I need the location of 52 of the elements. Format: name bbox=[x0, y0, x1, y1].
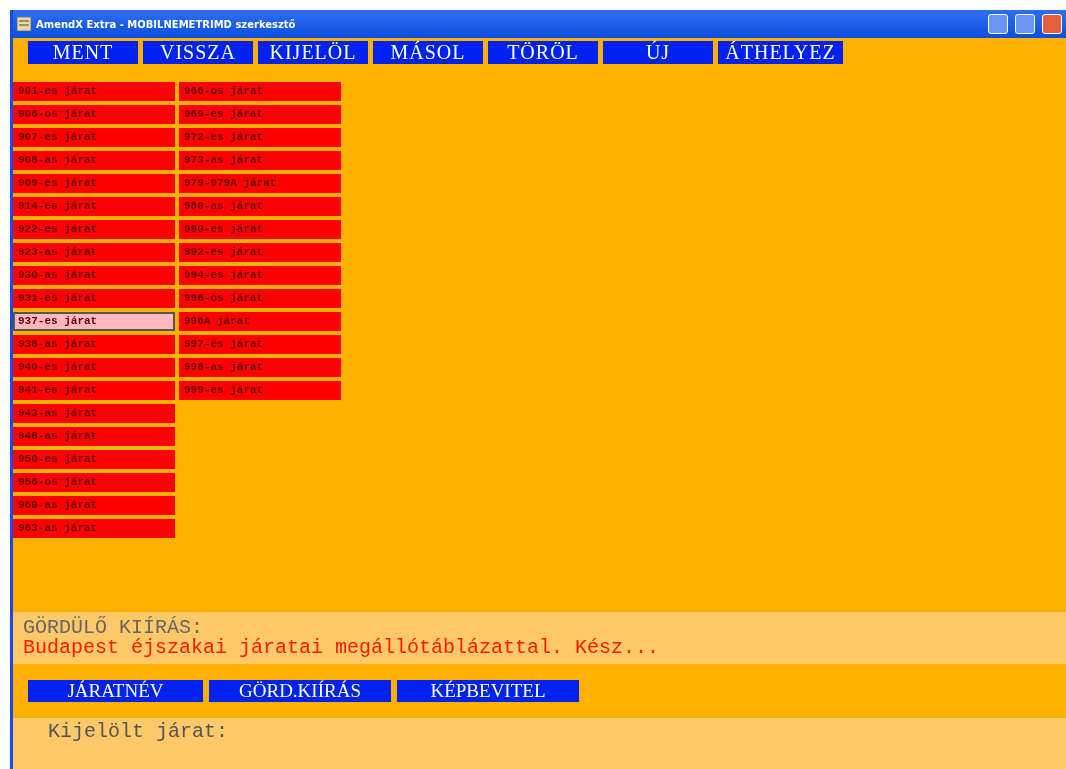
route-item[interactable]: 979-979A járat bbox=[179, 174, 341, 193]
route-item[interactable]: 994-es járat bbox=[179, 266, 341, 285]
menu-button[interactable]: ÁTHELYEZ bbox=[718, 41, 843, 64]
app-icon bbox=[17, 17, 31, 31]
route-item[interactable]: 999-es járat bbox=[179, 381, 341, 400]
action-button[interactable]: GÖRD.KIÍRÁS bbox=[209, 680, 391, 702]
route-item[interactable]: 948-as járat bbox=[13, 427, 175, 446]
window-title: AmendX Extra - MOBILNEMETRIMD szerkesztő bbox=[36, 18, 297, 30]
ticker-label: GÖRDÜLŐ KIÍRÁS: bbox=[23, 618, 204, 638]
menu-button[interactable]: ÚJ bbox=[603, 41, 713, 64]
route-item[interactable]: 923-as járat bbox=[13, 243, 175, 262]
route-item[interactable]: 907-es járat bbox=[13, 128, 175, 147]
route-item[interactable]: 997-es járat bbox=[179, 335, 341, 354]
route-item[interactable]: 906-os járat bbox=[13, 105, 175, 124]
route-item[interactable]: 972-es járat bbox=[179, 128, 341, 147]
route-item[interactable]: 931-es járat bbox=[13, 289, 175, 308]
route-item[interactable]: 914-es járat bbox=[13, 197, 175, 216]
close-button[interactable] bbox=[1042, 14, 1062, 34]
route-item[interactable]: 960-as járat bbox=[13, 496, 175, 515]
route-item[interactable]: 909-es járat bbox=[13, 174, 175, 193]
route-item[interactable]: 938-as járat bbox=[13, 335, 175, 354]
menu-button[interactable]: MÁSOL bbox=[373, 41, 483, 64]
route-item[interactable]: 996A járat bbox=[179, 312, 341, 331]
route-item[interactable]: 930-as járat bbox=[13, 266, 175, 285]
menu-button[interactable]: VISSZA bbox=[143, 41, 253, 64]
ticker-text: Budapest éjszakai járatai megállótáblázattal. Kész... bbox=[23, 638, 661, 658]
route-item[interactable]: 998-as járat bbox=[179, 358, 341, 377]
minimize-button[interactable] bbox=[988, 14, 1008, 34]
route-item[interactable]: 908-as járat bbox=[13, 151, 175, 170]
route-item[interactable]: 956-os járat bbox=[13, 473, 175, 492]
route-item[interactable]: 950-es járat bbox=[13, 450, 175, 469]
selected-route-label: Kijelölt járat: bbox=[48, 720, 229, 743]
route-item[interactable]: 980-as járat bbox=[179, 197, 341, 216]
menu-button[interactable]: TÖRÖL bbox=[488, 41, 598, 64]
action-button[interactable]: JÁRATNÉV bbox=[28, 680, 203, 702]
menu-button[interactable]: MENT bbox=[28, 41, 138, 64]
route-item[interactable]: 992-es járat bbox=[179, 243, 341, 262]
route-item[interactable]: 901-es járat bbox=[13, 82, 175, 101]
route-item[interactable]: 990-es járat bbox=[179, 220, 341, 239]
route-item[interactable]: 963-as járat bbox=[13, 519, 175, 538]
route-item[interactable]: 969-es járat bbox=[179, 105, 341, 124]
route-item[interactable]: 937-es járat bbox=[13, 312, 175, 331]
maximize-button[interactable] bbox=[1015, 14, 1035, 34]
menu-button[interactable]: KIJELÖL bbox=[258, 41, 368, 64]
action-button[interactable]: KÉPBEVITEL bbox=[397, 680, 579, 702]
route-item[interactable]: 996-os járat bbox=[179, 289, 341, 308]
route-item[interactable]: 966-os járat bbox=[179, 82, 341, 101]
route-item[interactable]: 940-es járat bbox=[13, 358, 175, 377]
route-item[interactable]: 973-as járat bbox=[179, 151, 341, 170]
route-item[interactable]: 922-es járat bbox=[13, 220, 175, 239]
route-item[interactable]: 941-es járat bbox=[13, 381, 175, 400]
route-item[interactable]: 943-as járat bbox=[13, 404, 175, 423]
